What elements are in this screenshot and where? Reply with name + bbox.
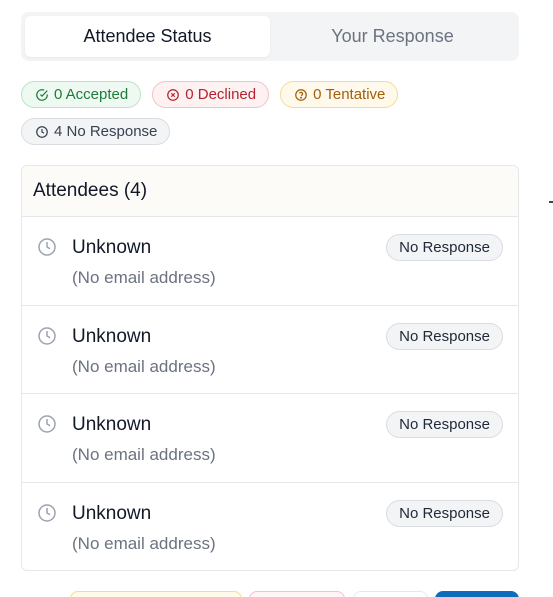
decline-response-button[interactable] — [249, 591, 345, 597]
attendee-email: (No email address) — [72, 356, 216, 376]
attendees-title: Attendees (4) — [22, 166, 518, 217]
attendees-card: Attendees (4) Unknown (No email address)… — [21, 165, 519, 571]
attendee-panel: Attendee Status Your Response 0 Accepted… — [0, 0, 553, 597]
status-badge: No Response — [386, 234, 503, 261]
list-item: Unknown (No email address) No Response — [22, 483, 518, 571]
declined-badge: 0 Declined — [152, 81, 270, 108]
status-badge: No Response — [386, 322, 503, 350]
clock-icon — [38, 503, 56, 522]
tab-attendee-status[interactable]: Attendee Status — [25, 16, 270, 57]
tentative-response-button[interactable] — [70, 591, 242, 597]
attendee-name: Unknown — [72, 414, 152, 435]
clock-icon — [38, 415, 56, 433]
clock-icon — [38, 326, 56, 345]
list-item: Unknown (No email address) No Response — [22, 306, 518, 394]
no-response-count: 4 No Response — [54, 123, 158, 140]
tentative-count: 0 Tentative — [313, 86, 386, 103]
attendee-email: (No email address) — [72, 268, 216, 287]
attendee-email: (No email address) — [72, 445, 216, 464]
question-circle-icon — [295, 88, 307, 101]
x-circle-icon — [167, 88, 180, 101]
no-response-badge: 4 No Response — [21, 118, 171, 145]
tab-bar: Attendee Status Your Response — [21, 12, 519, 61]
clock-icon — [36, 125, 48, 138]
attendee-name: Unknown — [72, 502, 152, 524]
accept-response-button[interactable] — [435, 591, 519, 597]
tab-your-response[interactable]: Your Response — [270, 16, 515, 57]
accepted-count: 0 Accepted — [54, 86, 129, 103]
window-edge-marker — [549, 201, 553, 203]
attendee-name: Unknown — [72, 237, 152, 258]
list-item: Unknown (No email address) No Response — [22, 394, 518, 483]
list-item: Unknown (No email address) No Response — [22, 217, 518, 306]
declined-count: 0 Declined — [185, 86, 257, 103]
attendee-email: (No email address) — [72, 533, 216, 553]
check-circle-icon — [36, 88, 48, 101]
status-badge: No Response — [386, 411, 503, 438]
status-badge: No Response — [386, 499, 503, 527]
accepted-badge: 0 Accepted — [21, 81, 142, 108]
tentative-badge: 0 Tentative — [280, 81, 399, 108]
attendee-name: Unknown — [72, 325, 152, 347]
secondary-action-button[interactable] — [353, 591, 428, 597]
clock-icon — [38, 238, 56, 256]
status-summary: 0 Accepted 0 Declined 0 Tentative 4 No R… — [21, 81, 521, 145]
